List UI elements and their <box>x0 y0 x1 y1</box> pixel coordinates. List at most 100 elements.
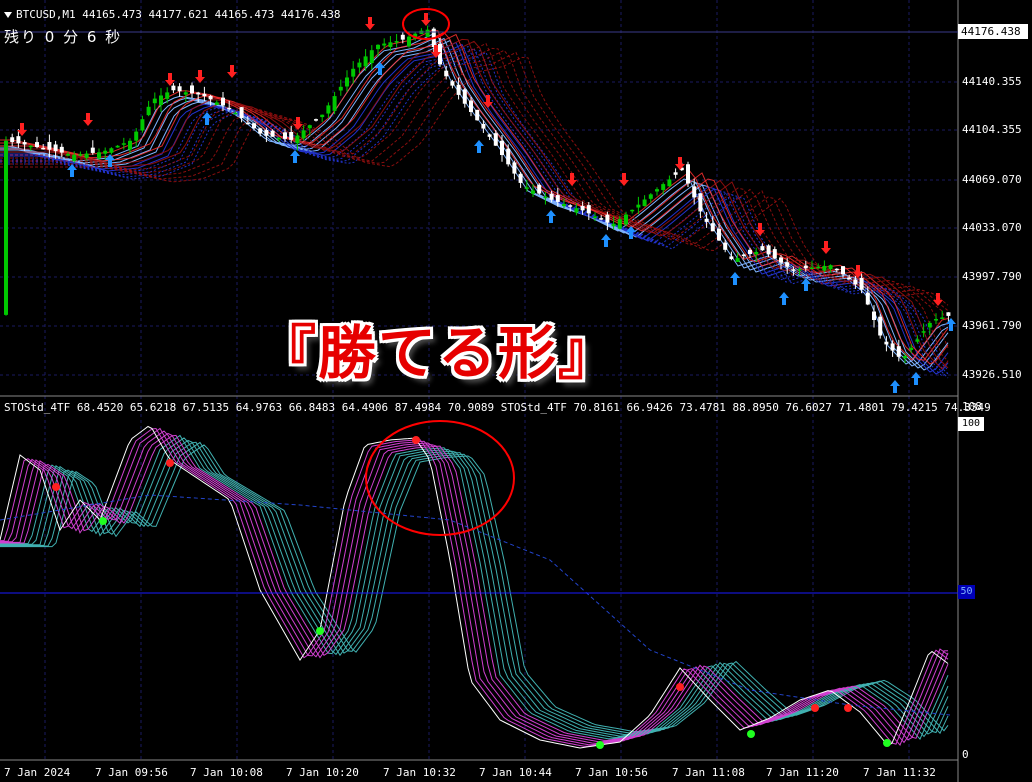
time-label: 7 Jan 09:56 <box>95 766 168 779</box>
up-arrow-icon <box>730 272 740 285</box>
candle-body <box>332 96 337 111</box>
ohlc-values: 44165.473 44177.621 44165.473 44176.438 <box>82 8 341 21</box>
candle-body <box>233 112 238 115</box>
time-label: 7 Jan 10:56 <box>575 766 648 779</box>
candle-body <box>245 122 250 125</box>
candle-body <box>177 86 182 92</box>
candle-body <box>239 107 244 118</box>
candle-body <box>624 214 628 225</box>
indicator-header: STOStd_4TF 68.4520 65.6218 67.5135 64.97… <box>4 401 991 414</box>
candle-body <box>741 254 746 257</box>
candle-body <box>227 107 232 110</box>
candle-body <box>617 219 622 229</box>
candle-body <box>264 129 269 136</box>
candle-body <box>884 341 889 345</box>
dropdown-triangle-icon[interactable] <box>4 12 12 18</box>
stoch-line <box>0 439 949 737</box>
candle-body <box>35 142 39 147</box>
candle-body <box>469 100 473 112</box>
candle-body <box>462 89 467 104</box>
candle-body <box>940 317 945 319</box>
candle-body <box>202 93 207 97</box>
candle-body <box>828 265 833 270</box>
chart-header: BTCUSD,M1 44165.473 44177.621 44165.473 … <box>4 8 341 21</box>
candle-body <box>146 106 151 116</box>
time-label: 7 Jan 2024 <box>4 766 71 779</box>
candle-body <box>4 140 8 315</box>
candle-body <box>555 195 560 202</box>
candle-body <box>791 269 796 271</box>
candle-body <box>760 246 765 251</box>
candle-body <box>841 266 845 275</box>
price-label: 44069.070 <box>962 173 1022 186</box>
signal-dot <box>52 483 60 491</box>
candle-body <box>661 184 666 190</box>
candle-body <box>506 148 511 165</box>
stoch-line <box>0 434 949 741</box>
candle-body <box>785 262 790 267</box>
signal-dot <box>883 739 891 747</box>
candle-body <box>642 199 647 207</box>
highlight-circle-stoch <box>365 420 515 536</box>
candle-body <box>896 346 901 357</box>
candle-body <box>475 109 480 121</box>
candle-body <box>276 137 281 140</box>
candle-body <box>568 205 573 207</box>
candle-body <box>320 114 325 118</box>
candle-body <box>481 123 486 129</box>
candle-body <box>927 322 932 328</box>
candle-body <box>847 277 852 280</box>
price-label: 44104.355 <box>962 123 1022 136</box>
candle-body <box>301 130 306 139</box>
candle-body <box>183 92 188 95</box>
down-arrow-icon <box>365 17 375 30</box>
candle-body <box>903 356 907 359</box>
time-label: 7 Jan 10:08 <box>190 766 263 779</box>
candle-body <box>543 196 548 199</box>
candle-body <box>834 268 839 271</box>
stoch-line <box>0 441 949 735</box>
candle-body <box>171 85 176 91</box>
candle-body <box>258 128 263 134</box>
candle-body <box>487 134 492 137</box>
price-label: 43926.510 <box>962 368 1022 381</box>
candle-body <box>208 95 213 100</box>
candle-body <box>586 205 591 214</box>
candle-body <box>326 105 331 114</box>
candle-body <box>283 132 287 139</box>
price-label: 44033.070 <box>962 221 1022 234</box>
candle-body <box>865 292 870 305</box>
candle-body <box>686 164 690 184</box>
up-arrow-icon <box>546 210 556 223</box>
candle-body <box>152 98 157 104</box>
candle-body <box>853 279 858 285</box>
candle-body <box>295 135 300 144</box>
candle-body <box>704 218 709 222</box>
candle-body <box>946 312 951 316</box>
down-arrow-icon <box>227 65 237 78</box>
candle-body <box>890 343 895 351</box>
candle-body <box>822 265 827 271</box>
candle-body <box>388 42 393 48</box>
candle-body <box>41 147 46 150</box>
candle-body <box>779 257 783 263</box>
candle-body <box>766 245 771 255</box>
signal-dot <box>811 704 819 712</box>
banner-text: 『勝てる形』 <box>258 319 619 387</box>
current-price-badge: 44176.438 <box>958 24 1028 39</box>
candle-body <box>72 154 77 161</box>
candle-body <box>512 162 517 174</box>
candle-body <box>605 214 610 223</box>
candle-body <box>655 189 659 192</box>
price-label: 44140.355 <box>962 75 1022 88</box>
candle-body <box>518 173 523 183</box>
candle-body <box>611 223 616 227</box>
chart-canvas[interactable] <box>0 0 1032 782</box>
candle-body <box>872 311 876 320</box>
candle-body <box>407 36 411 47</box>
up-arrow-icon <box>890 380 900 393</box>
candle-body <box>574 208 579 213</box>
candle-body <box>772 249 777 259</box>
remaining-time: 残り 0 分 6 秒 <box>4 28 123 46</box>
candle-body <box>351 68 356 77</box>
